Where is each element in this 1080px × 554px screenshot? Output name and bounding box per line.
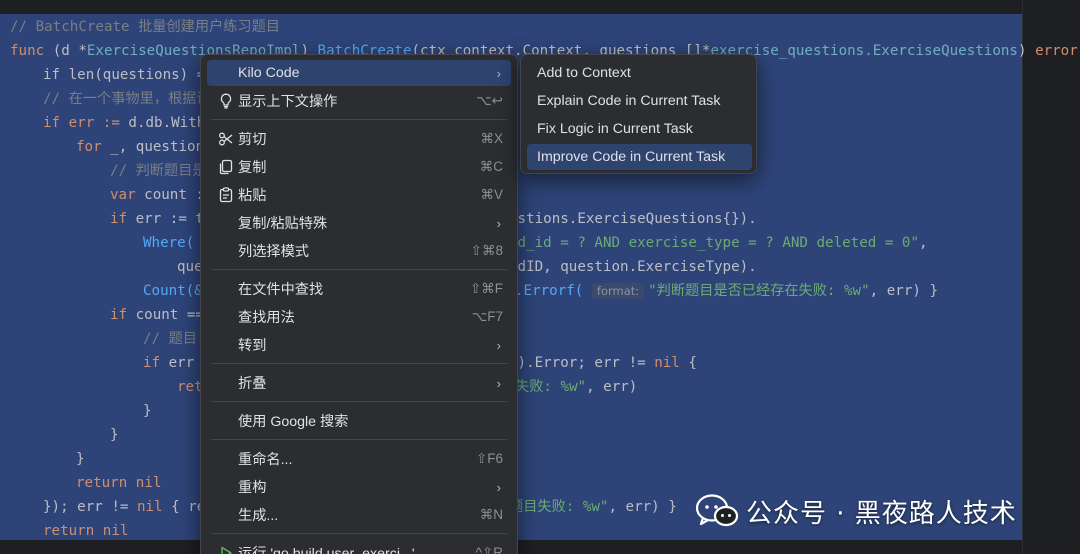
- code-line-16: ret: [177, 379, 203, 395]
- code-line-21-right: 题目失败: %w", err) }: [509, 499, 677, 515]
- code-line-15: if err: [143, 355, 195, 371]
- chevron-right-icon: ›: [496, 375, 501, 391]
- menu-separator: [211, 533, 507, 534]
- code-line-6: for _, question: [76, 139, 205, 155]
- code-line-21: }); err != nil { re: [43, 499, 206, 515]
- chevron-right-icon: ›: [496, 337, 501, 353]
- code-line-4: // 在一个事物里，根据请: [43, 91, 211, 107]
- code-line-11-right: rdID, question.ExerciseType).: [509, 259, 757, 275]
- chevron-right-icon: ›: [496, 215, 501, 231]
- menu-item-copy[interactable]: 复制 ⌘C: [207, 154, 511, 180]
- menu-separator: [211, 363, 507, 364]
- menu-item-paste[interactable]: 粘贴 ⌘V: [207, 182, 511, 208]
- copy-icon: [217, 158, 235, 176]
- code-line-19: }: [76, 451, 85, 467]
- parameter-hint: format:: [591, 283, 645, 299]
- menu-item-run[interactable]: 运行 'go build user_exerci...' ^⇧R: [207, 540, 511, 554]
- menu-item-cut[interactable]: 剪切 ⌘X: [207, 126, 511, 152]
- wechat-icon: [695, 494, 739, 527]
- code-line-9-right: estions.ExerciseQuestions{}).: [509, 211, 757, 227]
- clipboard-icon: [217, 186, 235, 204]
- scissors-icon: [217, 130, 235, 148]
- code-line-10: Where(: [143, 235, 195, 251]
- code-line-13: if count ==: [110, 307, 204, 323]
- code-line-15-right: n).Error; err != nil {: [509, 355, 697, 371]
- menu-item-column-selection[interactable]: 列选择模式 ⇧⌘8: [207, 238, 511, 264]
- code-line-3: if len(questions) =: [43, 67, 206, 83]
- submenu-item-add-to-context[interactable]: Add to Context: [527, 60, 752, 86]
- wechat-watermark: 公众号 · 黑夜路人技术: [694, 488, 1017, 534]
- menu-item-show-context-actions[interactable]: 显示上下文操作 ⌥↩: [207, 88, 511, 114]
- code-line-9: if err := t: [110, 211, 204, 227]
- watermark-text: 公众号 · 黑夜路人技术: [746, 498, 1017, 529]
- menu-item-kilo-code[interactable]: Kilo Code ›: [207, 60, 511, 86]
- submenu-item-fix-logic[interactable]: Fix Logic in Current Task: [527, 116, 752, 142]
- editor-right-gutter: [1022, 0, 1080, 554]
- menu-separator: [211, 119, 507, 120]
- menu-item-find-in-files[interactable]: 在文件中查找 ⇧⌘F: [207, 276, 511, 302]
- chevron-right-icon: ›: [496, 65, 501, 81]
- code-line-17: }: [143, 403, 152, 419]
- submenu-item-explain-code[interactable]: Explain Code in Current Task: [527, 88, 752, 114]
- menu-separator: [211, 269, 507, 270]
- menu-item-copy-paste-special[interactable]: 复制/粘贴特殊 ›: [207, 210, 511, 236]
- menu-separator: [211, 401, 507, 402]
- context-menu: Kilo Code › 显示上下文操作 ⌥↩ 剪切 ⌘X 复制 ⌘C 粘贴 ⌘V…: [200, 54, 518, 554]
- menu-item-refactor[interactable]: 重构 ›: [207, 474, 511, 500]
- code-line-16-right: 失败: %w", err): [515, 379, 638, 395]
- code-line-8: var count :: [110, 187, 204, 203]
- code-line-20: return nil: [76, 475, 162, 491]
- code-line-12: Count(&: [143, 283, 203, 299]
- code-line-5: if err := d.db.With: [43, 115, 206, 131]
- code-line-7: // 判断题目是: [110, 163, 207, 179]
- menu-separator: [211, 439, 507, 440]
- chevron-right-icon: ›: [496, 479, 501, 495]
- code-line-22: return nil: [43, 523, 129, 539]
- code-line-18: }: [110, 427, 119, 443]
- code-line-1: // BatchCreate 批量创建用户练习题目: [10, 19, 280, 35]
- run-icon: [217, 544, 235, 554]
- menu-item-search-google[interactable]: 使用 Google 搜索: [207, 408, 511, 434]
- menu-item-generate[interactable]: 生成... ⌘N: [207, 502, 511, 528]
- menu-item-goto[interactable]: 转到 ›: [207, 332, 511, 358]
- code-line-10-right: rd_id = ? AND exercise_type = ? AND dele…: [509, 235, 928, 251]
- code-line-12-right: .Errorf( format: "判断题目是否已经存在失败: %w", err)…: [515, 283, 938, 299]
- code-line-14: // 题目: [143, 331, 197, 347]
- code-line-11: que: [177, 259, 203, 275]
- menu-item-find-usages[interactable]: 查找用法 ⌥F7: [207, 304, 511, 330]
- menu-item-rename[interactable]: 重命名... ⇧F6: [207, 446, 511, 472]
- lightbulb-icon: [217, 92, 235, 110]
- menu-item-folding[interactable]: 折叠 ›: [207, 370, 511, 396]
- kilo-code-submenu: Add to Context Explain Code in Current T…: [520, 54, 757, 174]
- submenu-item-improve-code[interactable]: Improve Code in Current Task: [527, 144, 752, 170]
